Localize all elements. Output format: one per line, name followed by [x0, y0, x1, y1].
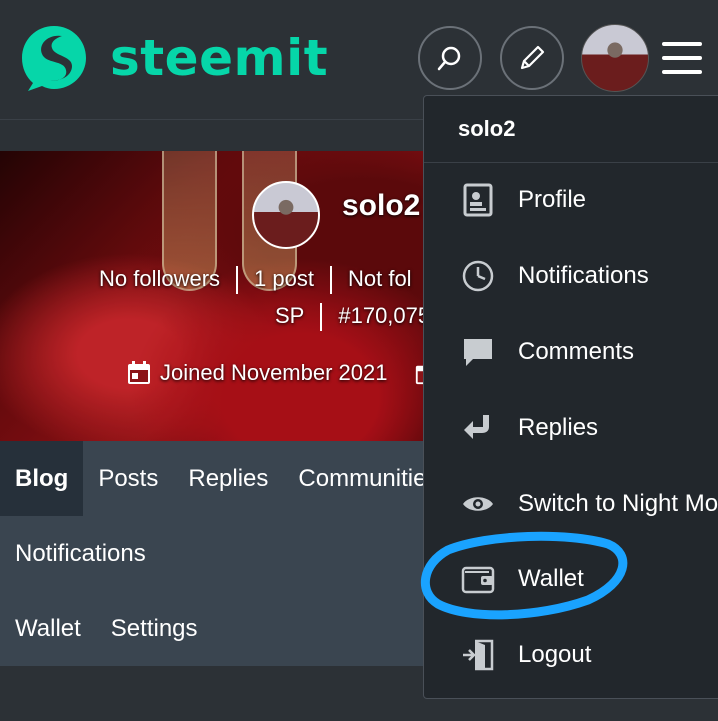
profile-icon [458, 180, 498, 220]
tab-communities[interactable]: Communitie [283, 441, 441, 516]
menu-username: solo2 [458, 116, 516, 141]
tab-posts[interactable]: Posts [83, 441, 173, 516]
reply-icon [458, 408, 498, 448]
search-button[interactable] [418, 26, 482, 90]
menu-item-logout[interactable]: Logout [458, 635, 591, 675]
tab-replies[interactable]: Replies [173, 441, 283, 516]
menu-item-profile[interactable]: Profile [458, 180, 586, 220]
menu-item-label: Switch to Night Mo [518, 490, 718, 517]
menu-item-comments[interactable]: Comments [458, 332, 634, 372]
hamburger-menu-icon[interactable] [662, 42, 702, 74]
eye-icon [458, 484, 498, 524]
steemit-logo-icon [22, 26, 86, 91]
clock-icon [458, 256, 498, 296]
submit-post-button[interactable] [500, 26, 564, 90]
following-count[interactable]: Not fol [348, 266, 412, 291]
followers-count[interactable]: No followers [99, 266, 220, 291]
comment-icon [458, 332, 498, 372]
profile-avatar [252, 181, 320, 249]
tab-wallet[interactable]: Wallet [0, 591, 96, 666]
menu-item-label: Logout [518, 641, 592, 668]
menu-item-label: Wallet [518, 565, 584, 592]
post-count: 1 post [254, 266, 314, 291]
profile-stats-secondary: SP #170,075 [275, 303, 430, 332]
rank-value: #170,075 [338, 303, 430, 328]
profile-name: solo2 [342, 189, 421, 222]
sp-label: SP [275, 303, 305, 328]
menu-divider [424, 162, 718, 163]
profile-banner: solo2 No followers 1 post Not fol SP #170,0… [0, 151, 430, 441]
pencil-icon [520, 45, 545, 70]
tab-notifications[interactable]: Notifications [0, 516, 161, 591]
menu-item-night-mode[interactable]: Switch to Night Mo [458, 484, 718, 524]
wallet-icon [458, 559, 498, 599]
menu-item-label: Notifications [518, 262, 649, 289]
joined-text: Joined November 2021 [160, 360, 388, 385]
logo-text: steemit [110, 29, 329, 87]
menu-item-label: Comments [518, 338, 635, 365]
menu-item-wallet[interactable]: Wallet [458, 559, 584, 599]
logout-icon [458, 635, 498, 675]
menu-item-notifications[interactable]: Notifications [458, 256, 649, 296]
user-avatar-button[interactable] [581, 24, 649, 92]
calendar-icon [128, 361, 150, 384]
search-icon [437, 46, 461, 71]
joined-date: Joined November 2021 [126, 360, 387, 386]
menu-item-label: Replies [518, 414, 599, 441]
menu-item-label: Profile [518, 186, 587, 213]
tab-settings[interactable]: Settings [96, 591, 213, 666]
steemit-logo[interactable]: steemit [18, 22, 328, 94]
user-dropdown-menu: solo2 Profile Notifications Comments Rep… [423, 95, 718, 699]
tab-blog[interactable]: Blog [0, 441, 84, 516]
menu-item-replies[interactable]: Replies [458, 408, 598, 448]
profile-stats: No followers 1 post Not fol [99, 266, 412, 295]
